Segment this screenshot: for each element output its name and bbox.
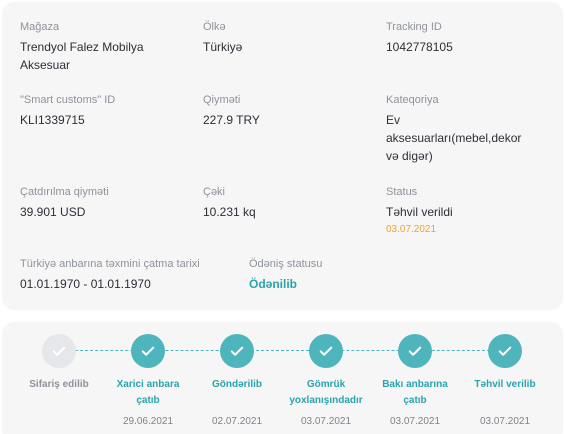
stepper-step-label-line: Gömrük [306,379,346,390]
country-field: Ölkə Türkiyə [203,20,363,56]
stepper-step-date: 03.07.2021 [479,416,531,427]
stepper-step-label-line: Göndərilib [212,379,262,390]
stepper-step-date: 29.06.2021 [122,416,174,427]
delivery-price-label: Çatdırılma qiyməti [20,186,109,198]
payment-label: Ödəniş statusu [249,258,323,270]
check-icon [131,334,165,368]
country-label: Ölkə [203,21,226,33]
tracking-field: Tracking ID 1042778105 [386,20,546,56]
check-icon [488,334,522,368]
stepper-step: Göndərilib [192,334,282,393]
store-value: Trendyol Falez Mobilya Aksesuar [20,40,144,72]
stepper-step-label: Bakı anbarına çatıb [370,377,460,409]
price-field: Qiyməti 227.9 TRY [203,93,363,129]
status-field: Status Təhvil verildi 03.07.2021 [386,185,546,237]
weight-value: 10.231 kq [203,205,256,219]
payment-status-link[interactable]: Ödənilib [249,275,409,293]
country-value: Türkiyə [203,40,243,54]
stepper-step-label-line: yoxlanışındadır [289,395,363,406]
weight-label: Çəki [203,186,226,198]
price-value: 227.9 TRY [203,113,260,127]
category-field: Kateqoriya Ev aksesuarları(mebel,dekor v… [386,93,556,165]
smart-customs-label: "Smart customs" ID [20,94,116,106]
stepper-step: Bakı anbarına çatıb [370,334,460,409]
stepper-step-label: Sifariş edilib [14,377,104,393]
delivery-price-value: 39.901 USD [20,205,86,219]
check-icon [42,334,76,368]
status-date: 03.07.2021 [386,224,437,235]
tracking-value: 1042778105 [386,40,453,54]
smart-customs-value: KLI1339715 [20,113,85,127]
store-label: Mağaza [20,21,60,33]
store-field: Mağaza Trendyol Falez Mobilya Aksesuar [20,20,190,74]
stepper-step-label-line: Bakı anbarına [382,379,448,390]
order-details-card: Mağaza Trendyol Falez Mobilya Aksesuar Ö… [2,2,563,310]
price-label: Qiyməti [203,94,241,106]
eta-label: Türkiyə anbarına təxmini çatma tarixi [20,258,200,270]
category-line: və digər) [386,149,433,163]
stepper-step-date: 03.07.2021 [389,416,441,427]
category-line: aksesuarları(mebel,dekor [386,131,522,145]
weight-field: Çəki 10.231 kq [203,185,363,221]
category-line: Ev [386,113,401,127]
stepper-step-label: Gömrük yoxlanışındadır [281,377,371,409]
stepper-step-label-line: Sifariş edilib [29,379,89,390]
delivery-price-field: Çatdırılma qiyməti 39.901 USD [20,185,190,221]
stepper-step: Xarici anbara çatıb [103,334,193,409]
category-label: Kateqoriya [386,94,439,106]
stepper-step-label-line: Xarici anbara [116,379,180,390]
category-value: Ev aksesuarları(mebel,dekor və digər) [386,111,556,165]
check-icon [309,334,343,368]
stepper-step-label: Göndərilib [192,377,282,393]
check-icon [220,334,254,368]
tracking-label: Tracking ID [386,21,442,33]
stepper-step: Təhvil verilib [460,334,550,393]
stepper-step-date: 03.07.2021 [300,416,352,427]
eta-field: Türkiyə anbarına təxmini çatma tarixi 01… [20,257,240,293]
stepper-step-date: 02.07.2021 [211,416,263,427]
status-value: Təhvil verildi [386,205,453,219]
status-label: Status [386,186,418,198]
smart-customs-field: "Smart customs" ID KLI1339715 [20,93,190,129]
payment-field: Ödəniş statusu Ödənilib [249,257,409,293]
stepper-step: Sifariş edilib [14,334,104,393]
stepper-step-label: Xarici anbara çatıb [103,377,193,409]
eta-value: 01.01.1970 - 01.01.1970 [20,277,151,291]
check-icon [398,334,432,368]
stepper-step-label: Təhvil verilib [460,377,550,393]
stepper-step-label-line: çatıb [136,395,160,406]
stepper-step-label-line: çatıb [403,395,427,406]
stepper-step: Gömrük yoxlanışındadır [281,334,371,409]
stepper-step-label-line: Təhvil verilib [474,379,536,390]
